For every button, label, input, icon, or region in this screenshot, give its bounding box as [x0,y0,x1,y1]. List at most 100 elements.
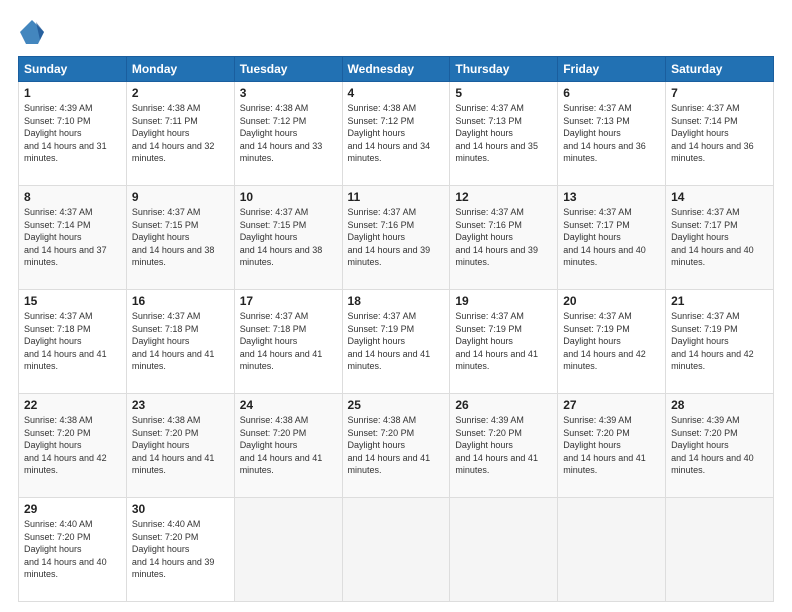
table-row [234,498,342,602]
table-row: 22 Sunrise: 4:38 AMSunset: 7:20 PMDaylig… [19,394,127,498]
table-row: 15 Sunrise: 4:37 AMSunset: 7:18 PMDaylig… [19,290,127,394]
table-row: 21 Sunrise: 4:37 AMSunset: 7:19 PMDaylig… [666,290,774,394]
table-row: 11 Sunrise: 4:37 AMSunset: 7:16 PMDaylig… [342,186,450,290]
col-friday: Friday [558,57,666,82]
day-number: 7 [671,86,768,100]
cell-content: Sunrise: 4:40 AMSunset: 7:20 PMDaylight … [24,519,107,579]
cell-content: Sunrise: 4:37 AMSunset: 7:19 PMDaylight … [563,311,646,371]
cell-content: Sunrise: 4:37 AMSunset: 7:19 PMDaylight … [455,311,538,371]
cell-content: Sunrise: 4:37 AMSunset: 7:13 PMDaylight … [563,103,646,163]
table-row: 17 Sunrise: 4:37 AMSunset: 7:18 PMDaylig… [234,290,342,394]
calendar-week-3: 15 Sunrise: 4:37 AMSunset: 7:18 PMDaylig… [19,290,774,394]
table-row: 29 Sunrise: 4:40 AMSunset: 7:20 PMDaylig… [19,498,127,602]
cell-content: Sunrise: 4:37 AMSunset: 7:14 PMDaylight … [671,103,754,163]
table-row: 23 Sunrise: 4:38 AMSunset: 7:20 PMDaylig… [126,394,234,498]
logo [18,18,50,46]
day-number: 19 [455,294,552,308]
day-number: 24 [240,398,337,412]
col-thursday: Thursday [450,57,558,82]
cell-content: Sunrise: 4:37 AMSunset: 7:18 PMDaylight … [24,311,107,371]
page: Sunday Monday Tuesday Wednesday Thursday… [0,0,792,612]
calendar-week-1: 1Sunrise: 4:39 AMSunset: 7:10 PMDaylight… [19,82,774,186]
day-number: 2 [132,86,229,100]
cell-content: Sunrise: 4:37 AMSunset: 7:15 PMDaylight … [240,207,323,267]
table-row: 19 Sunrise: 4:37 AMSunset: 7:19 PMDaylig… [450,290,558,394]
table-row: 5 Sunrise: 4:37 AMSunset: 7:13 PMDayligh… [450,82,558,186]
table-row [342,498,450,602]
day-number: 28 [671,398,768,412]
table-row: 27 Sunrise: 4:39 AMSunset: 7:20 PMDaylig… [558,394,666,498]
cell-content: Sunrise: 4:37 AMSunset: 7:18 PMDaylight … [132,311,215,371]
table-row [558,498,666,602]
cell-content: Sunrise: 4:37 AMSunset: 7:19 PMDaylight … [348,311,431,371]
cell-content: Sunrise: 4:37 AMSunset: 7:17 PMDaylight … [671,207,754,267]
day-number: 6 [563,86,660,100]
cell-content: Sunrise: 4:38 AMSunset: 7:11 PMDaylight … [132,103,215,163]
day-number: 5 [455,86,552,100]
day-number: 17 [240,294,337,308]
cell-content: Sunrise: 4:38 AMSunset: 7:12 PMDaylight … [240,103,323,163]
table-row: 28 Sunrise: 4:39 AMSunset: 7:20 PMDaylig… [666,394,774,498]
day-number: 30 [132,502,229,516]
day-number: 4 [348,86,445,100]
cell-content: Sunrise: 4:37 AMSunset: 7:16 PMDaylight … [455,207,538,267]
calendar-week-4: 22 Sunrise: 4:38 AMSunset: 7:20 PMDaylig… [19,394,774,498]
cell-content: Sunrise: 4:38 AMSunset: 7:20 PMDaylight … [240,415,323,475]
cell-content: Sunrise: 4:38 AMSunset: 7:20 PMDaylight … [348,415,431,475]
day-number: 26 [455,398,552,412]
table-row: 25 Sunrise: 4:38 AMSunset: 7:20 PMDaylig… [342,394,450,498]
cell-content: Sunrise: 4:39 AMSunset: 7:20 PMDaylight … [455,415,538,475]
cell-content: Sunrise: 4:38 AMSunset: 7:20 PMDaylight … [24,415,107,475]
col-wednesday: Wednesday [342,57,450,82]
cell-content: Sunrise: 4:39 AMSunset: 7:10 PMDaylight … [24,103,107,163]
cell-content: Sunrise: 4:38 AMSunset: 7:12 PMDaylight … [348,103,431,163]
table-row: 1Sunrise: 4:39 AMSunset: 7:10 PMDaylight… [19,82,127,186]
table-row: 30 Sunrise: 4:40 AMSunset: 7:20 PMDaylig… [126,498,234,602]
table-row: 20 Sunrise: 4:37 AMSunset: 7:19 PMDaylig… [558,290,666,394]
day-number: 15 [24,294,121,308]
day-number: 3 [240,86,337,100]
table-row: 14 Sunrise: 4:37 AMSunset: 7:17 PMDaylig… [666,186,774,290]
day-number: 20 [563,294,660,308]
cell-content: Sunrise: 4:37 AMSunset: 7:18 PMDaylight … [240,311,323,371]
day-number: 13 [563,190,660,204]
cell-content: Sunrise: 4:37 AMSunset: 7:14 PMDaylight … [24,207,107,267]
table-row: 2 Sunrise: 4:38 AMSunset: 7:11 PMDayligh… [126,82,234,186]
table-row: 13 Sunrise: 4:37 AMSunset: 7:17 PMDaylig… [558,186,666,290]
table-row: 18 Sunrise: 4:37 AMSunset: 7:19 PMDaylig… [342,290,450,394]
table-row: 8 Sunrise: 4:37 AMSunset: 7:14 PMDayligh… [19,186,127,290]
day-number: 10 [240,190,337,204]
table-row: 3 Sunrise: 4:38 AMSunset: 7:12 PMDayligh… [234,82,342,186]
col-sunday: Sunday [19,57,127,82]
header [18,18,774,46]
day-number: 18 [348,294,445,308]
table-row: 16 Sunrise: 4:37 AMSunset: 7:18 PMDaylig… [126,290,234,394]
cell-content: Sunrise: 4:37 AMSunset: 7:17 PMDaylight … [563,207,646,267]
table-row: 26 Sunrise: 4:39 AMSunset: 7:20 PMDaylig… [450,394,558,498]
calendar-week-2: 8 Sunrise: 4:37 AMSunset: 7:14 PMDayligh… [19,186,774,290]
table-row: 6 Sunrise: 4:37 AMSunset: 7:13 PMDayligh… [558,82,666,186]
day-number: 16 [132,294,229,308]
day-number: 12 [455,190,552,204]
day-number: 14 [671,190,768,204]
cell-content: Sunrise: 4:39 AMSunset: 7:20 PMDaylight … [671,415,754,475]
day-number: 23 [132,398,229,412]
table-row: 12 Sunrise: 4:37 AMSunset: 7:16 PMDaylig… [450,186,558,290]
calendar-table: Sunday Monday Tuesday Wednesday Thursday… [18,56,774,602]
day-number: 25 [348,398,445,412]
day-number: 29 [24,502,121,516]
col-monday: Monday [126,57,234,82]
col-saturday: Saturday [666,57,774,82]
table-row: 10 Sunrise: 4:37 AMSunset: 7:15 PMDaylig… [234,186,342,290]
day-number: 22 [24,398,121,412]
cell-content: Sunrise: 4:37 AMSunset: 7:13 PMDaylight … [455,103,538,163]
table-row: 4 Sunrise: 4:38 AMSunset: 7:12 PMDayligh… [342,82,450,186]
col-tuesday: Tuesday [234,57,342,82]
logo-icon [18,18,46,46]
table-row [666,498,774,602]
table-row: 24 Sunrise: 4:38 AMSunset: 7:20 PMDaylig… [234,394,342,498]
cell-content: Sunrise: 4:37 AMSunset: 7:15 PMDaylight … [132,207,215,267]
day-number: 8 [24,190,121,204]
day-number: 9 [132,190,229,204]
cell-content: Sunrise: 4:40 AMSunset: 7:20 PMDaylight … [132,519,215,579]
